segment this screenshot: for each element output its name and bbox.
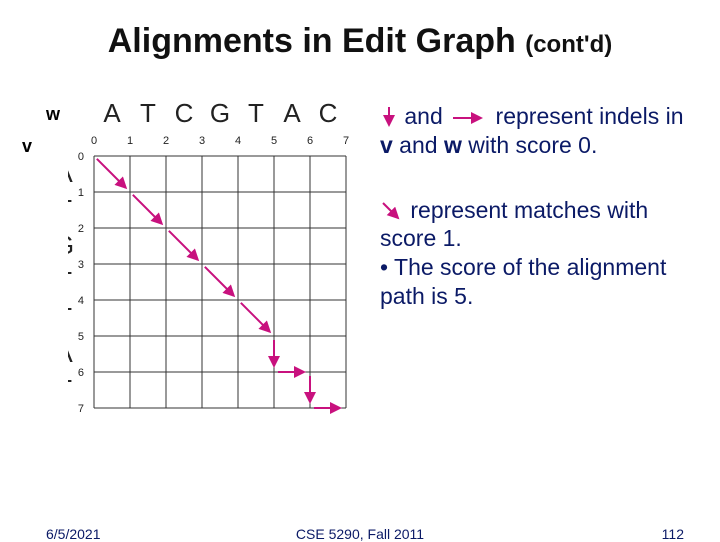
svg-text:3: 3 [78, 259, 84, 271]
svg-text:2: 2 [78, 223, 84, 235]
word-represent-matches: represent matches with score 1. [380, 197, 648, 252]
bold-w: w [444, 132, 462, 158]
svg-text:T: T [248, 100, 264, 128]
svg-text:6: 6 [78, 367, 84, 379]
svg-text:C: C [175, 100, 194, 128]
svg-text:0: 0 [91, 135, 97, 147]
v-axis-label: v [22, 136, 32, 157]
explanation-para-1: and represent indels in v and w with sco… [380, 102, 690, 160]
word-and: and [404, 103, 442, 129]
svg-text:T: T [68, 302, 72, 332]
svg-text:4: 4 [235, 135, 241, 147]
word-with-score-0: with score 0. [462, 132, 598, 158]
svg-text:A: A [103, 100, 121, 128]
word-indels-in: indels in [599, 103, 683, 129]
svg-text:7: 7 [78, 403, 84, 415]
svg-text:T: T [68, 266, 72, 296]
svg-text:1: 1 [78, 187, 84, 199]
svg-text:2: 2 [163, 135, 169, 147]
svg-text:6: 6 [307, 135, 313, 147]
bullet-score-5: • The score of the alignment path is 5. [380, 254, 666, 309]
svg-text:T: T [140, 100, 156, 128]
svg-text:C: C [319, 100, 338, 128]
right-arrow-icon [449, 110, 489, 126]
explanation-text: and represent indels in v and w with sco… [380, 102, 690, 311]
svg-text:T: T [68, 194, 72, 224]
svg-text:3: 3 [199, 135, 205, 147]
svg-text:1: 1 [127, 135, 133, 147]
word-and-2: and [393, 132, 444, 158]
svg-text:A: A [68, 158, 73, 188]
svg-text:T: T [68, 374, 72, 404]
edit-graph-svg: ATCGTACATGTTAT 0123456701234567 [68, 100, 368, 460]
down-arrow-icon [380, 105, 398, 131]
svg-text:7: 7 [343, 135, 349, 147]
svg-text:5: 5 [78, 331, 84, 343]
svg-text:A: A [283, 100, 301, 128]
diagonal-arrow-icon [380, 200, 404, 224]
edit-graph: w v ATCGTACATGTTAT 0123456701234567 [68, 100, 348, 450]
svg-text:G: G [68, 230, 74, 260]
svg-text:0: 0 [78, 151, 84, 163]
bold-v: v [380, 132, 393, 158]
w-axis-label: w [46, 104, 60, 125]
svg-text:5: 5 [271, 135, 277, 147]
explanation-para-2: represent matches with score 1. • The sc… [380, 196, 690, 311]
svg-text:A: A [68, 338, 73, 368]
title-cont: (cont'd) [525, 31, 612, 58]
word-represent-1: represent [496, 103, 593, 129]
title-main: Alignments in Edit Graph [108, 22, 525, 60]
svg-text:4: 4 [78, 295, 84, 307]
svg-text:G: G [210, 100, 230, 128]
slide-title: Alignments in Edit Graph (cont'd) [0, 22, 720, 61]
